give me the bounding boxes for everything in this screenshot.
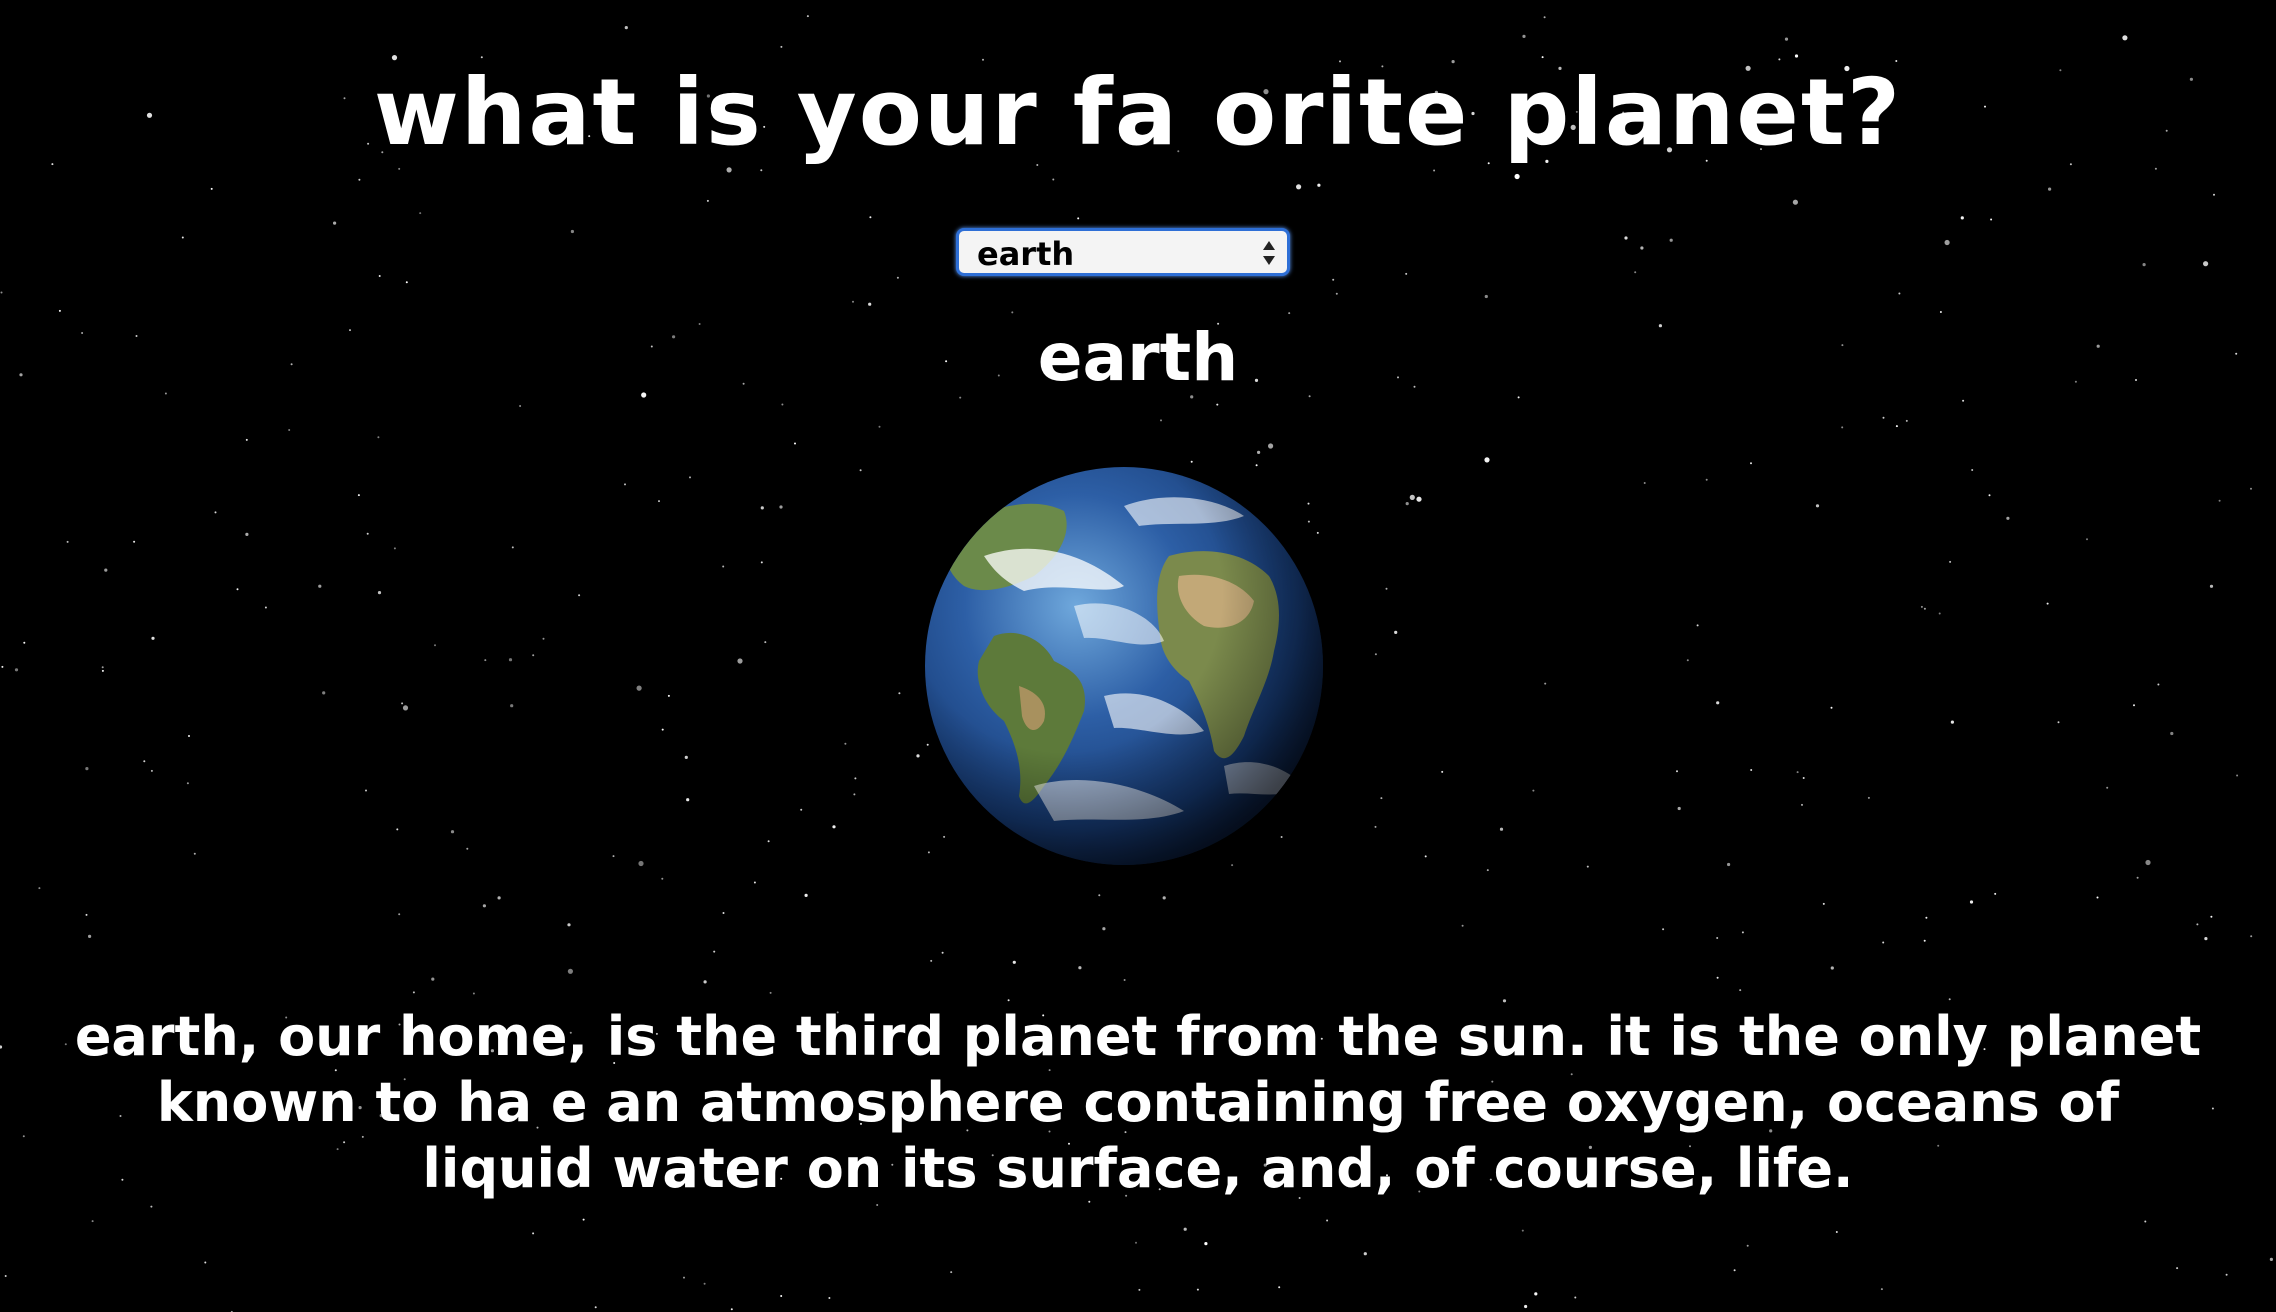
planet-name-heading: earth [1037, 319, 1239, 396]
select-arrows-icon [1263, 241, 1275, 265]
earth-globe-icon [925, 467, 1323, 865]
planet-select-value: earth [977, 235, 1075, 273]
page-title: what is your fa orite planet? [373, 59, 1903, 166]
page: what is your fa orite planet? earth eart… [0, 0, 2276, 1312]
planet-select[interactable]: earth [956, 228, 1290, 276]
planet-description: earth, our home, is the third planet fro… [74, 1005, 2202, 1200]
